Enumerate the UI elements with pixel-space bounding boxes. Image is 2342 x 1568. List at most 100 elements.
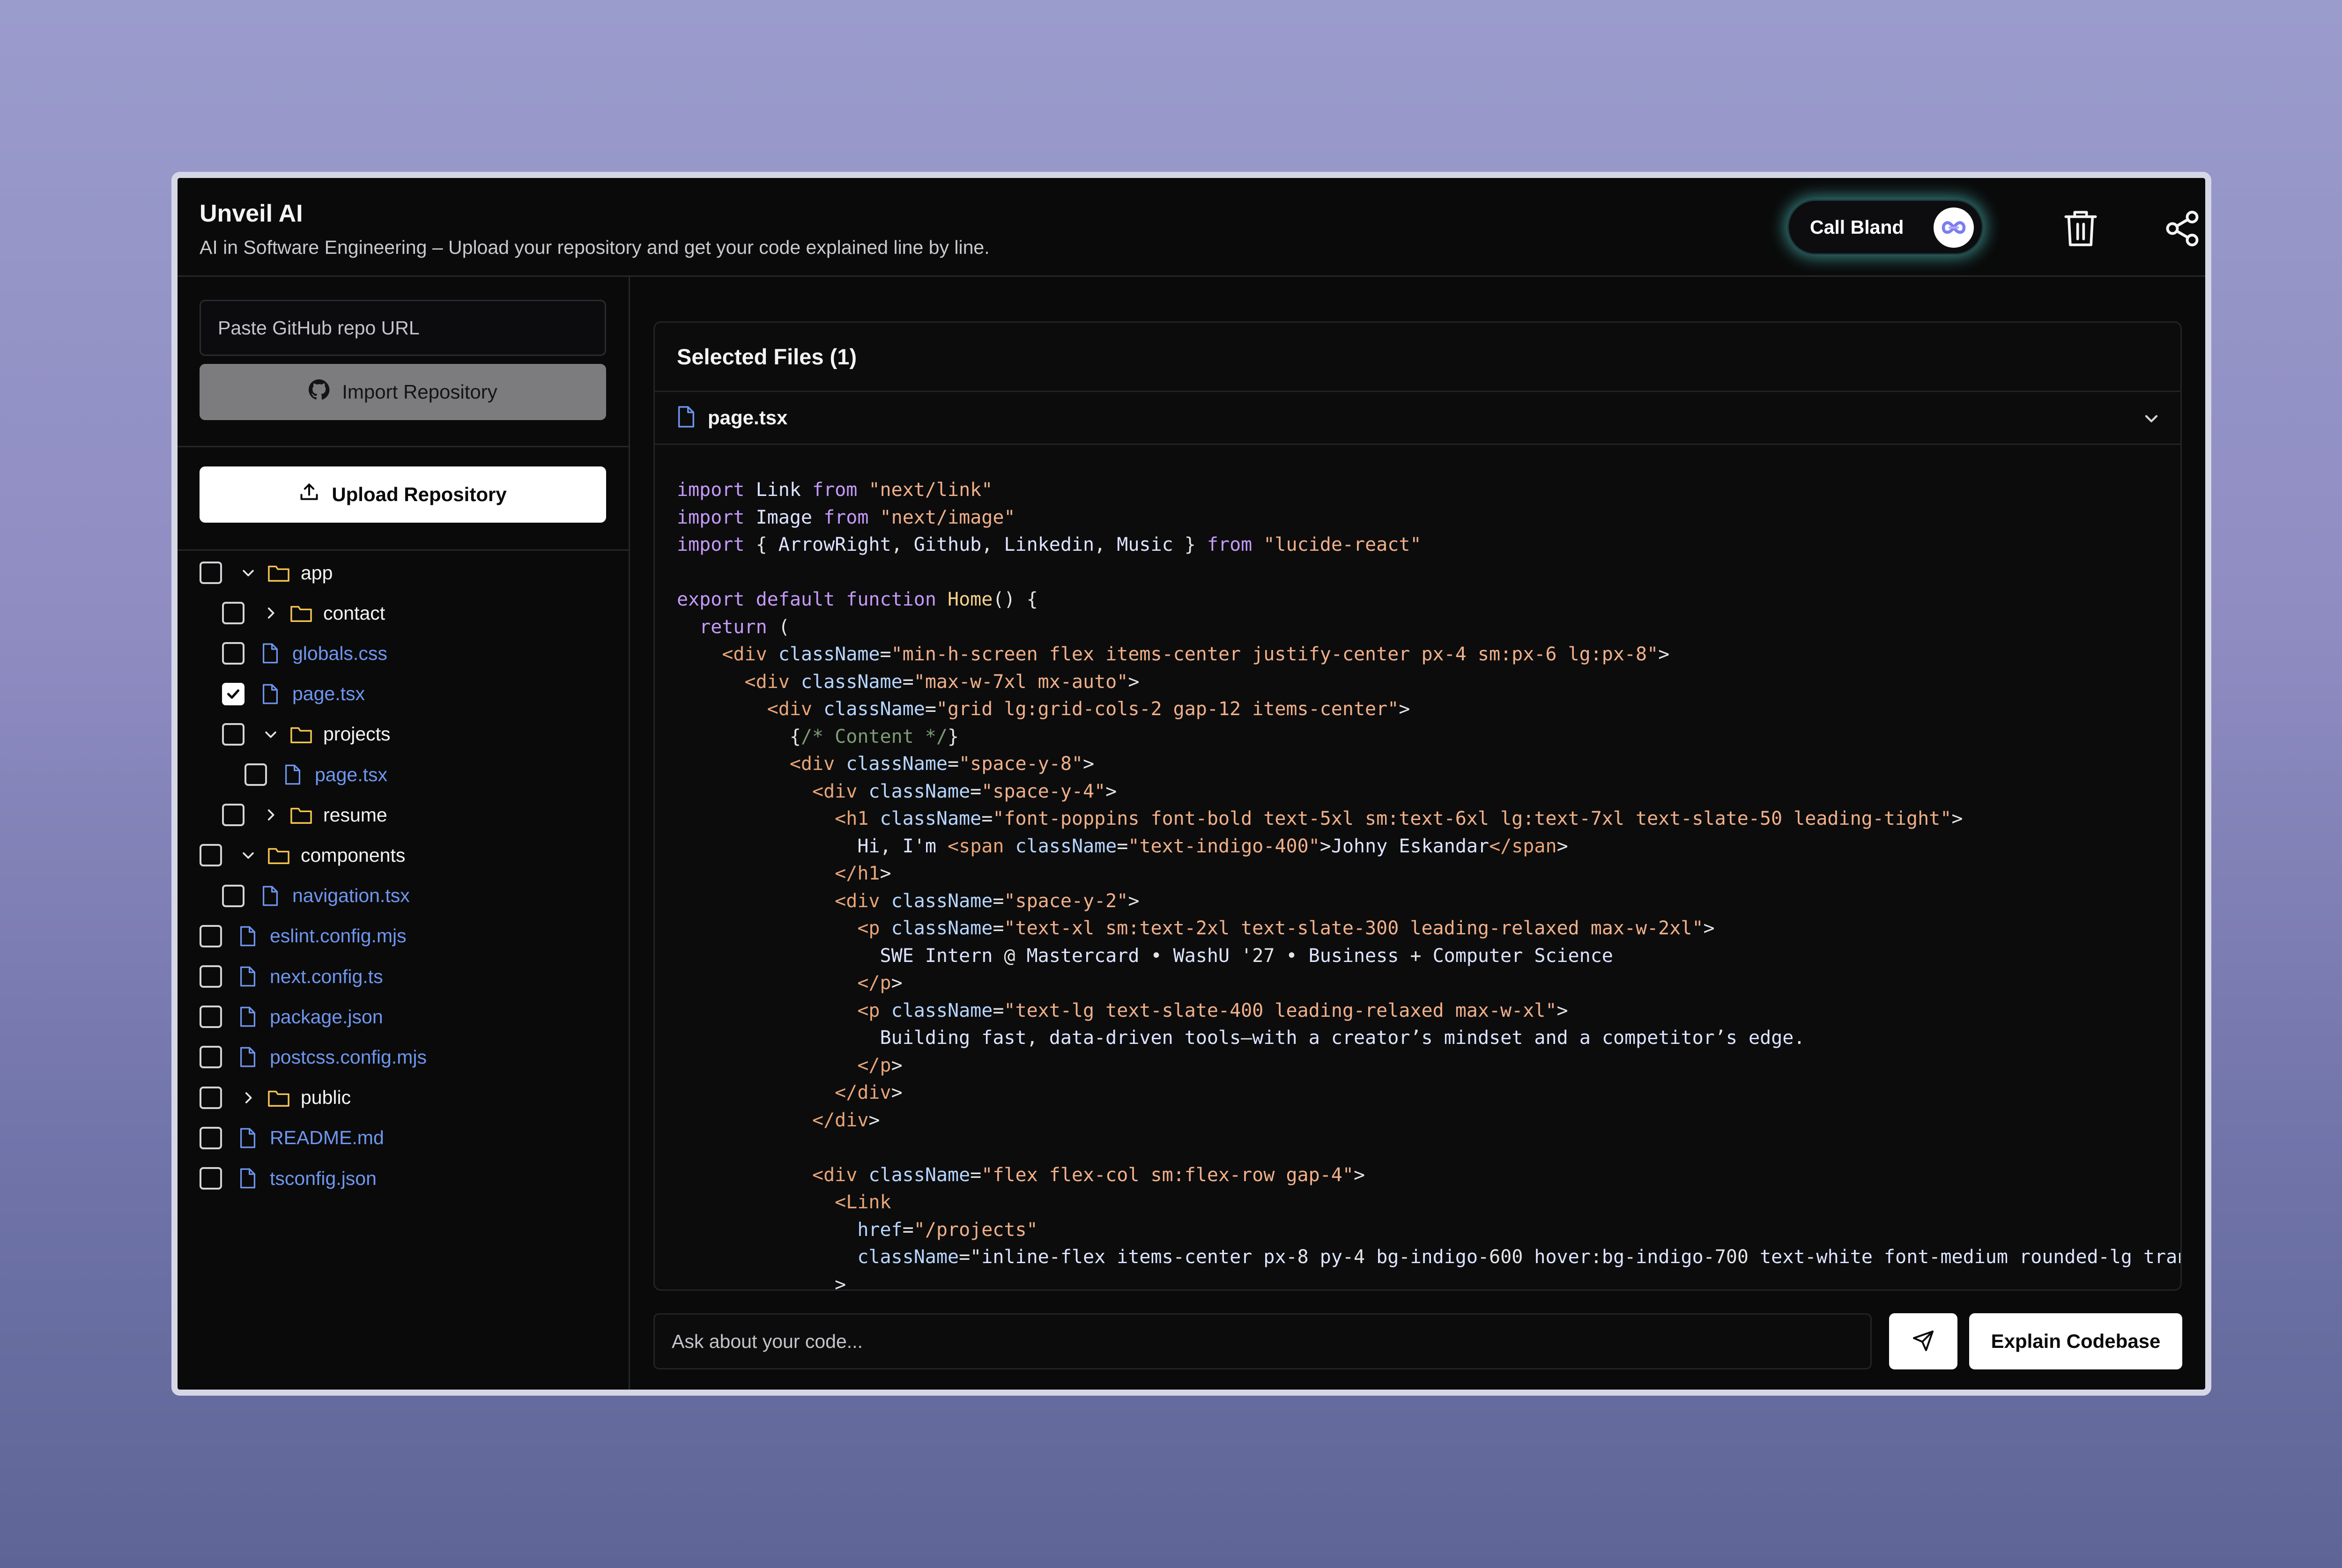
call-bland-button[interactable]: Call Bland	[1787, 200, 1983, 255]
code-line: <div className="space-y-8">	[789, 753, 1095, 775]
tree-item-checkbox[interactable]	[200, 1046, 222, 1069]
tree-item-checkbox[interactable]	[222, 804, 245, 827]
bland-logo-icon	[1934, 207, 1974, 248]
app-subtitle: AI in Software Engineering – Upload your…	[200, 237, 990, 258]
share-icon[interactable]	[2160, 206, 2205, 251]
tree-item[interactable]: resume	[222, 795, 387, 835]
tree-item-label: navigation.tsx	[292, 885, 410, 907]
tree-item[interactable]: page.tsx	[245, 755, 387, 794]
upload-repository-button[interactable]: Upload Repository	[200, 466, 606, 523]
code-line: SWE Intern @ Mastercard • WashU '27 • Bu…	[880, 945, 1613, 967]
tree-item-checkbox[interactable]	[222, 602, 245, 625]
upload-icon	[299, 482, 319, 507]
code-line: Hi, I'm <span className="text-indigo-400…	[857, 835, 1568, 857]
tree-item[interactable]: tsconfig.json	[200, 1159, 377, 1198]
tree-item-checkbox[interactable]	[222, 884, 245, 907]
tree-item-checkbox[interactable]	[200, 844, 222, 867]
tree-item[interactable]: postcss.config.mjs	[200, 1037, 427, 1077]
tree-item[interactable]: README.md	[200, 1118, 384, 1158]
sidebar: Import Repository Upload Repository app c…	[178, 277, 630, 1390]
sidebar-divider	[178, 549, 630, 551]
tree-item-checkbox[interactable]	[222, 723, 245, 746]
tree-item[interactable]: public	[200, 1078, 351, 1117]
tree-item-label: page.tsx	[315, 763, 387, 785]
tree-item-label: globals.css	[292, 642, 387, 664]
repo-url-input[interactable]	[200, 300, 606, 356]
tree-item-checkbox[interactable]	[200, 1126, 222, 1149]
chevron-down-icon[interactable]	[237, 562, 259, 584]
file-icon	[259, 683, 281, 705]
selected-files-panel: Selected Files (1) page.tsx import Link …	[653, 321, 2182, 1291]
tree-item[interactable]: app	[200, 553, 333, 592]
file-icon	[237, 966, 259, 987]
file-icon	[282, 764, 304, 785]
explain-codebase-button[interactable]: Explain Codebase	[1969, 1313, 2182, 1369]
tree-item-checkbox[interactable]	[200, 1086, 222, 1109]
tree-item-checkbox[interactable]	[200, 925, 222, 947]
code-line: <p className="text-lg text-slate-400 lea…	[857, 999, 1568, 1021]
file-accordion-header[interactable]: page.tsx	[655, 392, 2180, 445]
chevron-down-icon[interactable]	[2141, 408, 2162, 429]
file-icon	[237, 1006, 259, 1028]
tree-item-checkbox[interactable]	[200, 965, 222, 988]
tree-item[interactable]: contact	[222, 593, 385, 633]
chevron-down-icon[interactable]	[237, 844, 259, 866]
tree-item-label: projects	[323, 723, 391, 745]
tree-item-checkbox[interactable]	[200, 562, 222, 584]
code-line: </h1>	[835, 863, 891, 884]
tree-item-checkbox[interactable]	[222, 682, 245, 705]
code-line: <p className="text-xl sm:text-2xl text-s…	[857, 917, 1715, 939]
import-repository-button[interactable]: Import Repository	[200, 364, 606, 420]
tree-item-checkbox[interactable]	[200, 1167, 222, 1190]
folder-icon	[268, 1087, 289, 1109]
chevron-right-icon[interactable]	[259, 804, 282, 826]
tree-item-checkbox[interactable]	[245, 763, 267, 786]
code-line: </div>	[812, 1109, 880, 1131]
send-button[interactable]	[1889, 1313, 1957, 1369]
tree-item-label: public	[301, 1087, 351, 1109]
tree-item[interactable]: projects	[222, 715, 391, 754]
tree-item-label: README.md	[270, 1127, 384, 1149]
chevron-right-icon[interactable]	[237, 1087, 259, 1109]
code-line: ​	[677, 1134, 2180, 1161]
selected-files-title: Selected Files (1)	[655, 323, 2180, 392]
tree-item-label: package.json	[270, 1006, 383, 1028]
code-line: Building fast, data-driven tools—with a …	[880, 1027, 1805, 1049]
tree-item-label: resume	[323, 804, 387, 826]
code-line: className="inline-flex items-center px-8…	[857, 1246, 2180, 1268]
file-icon	[259, 643, 281, 664]
tree-item-label: contact	[323, 602, 385, 624]
folder-icon	[290, 724, 312, 745]
tree-item-label: next.config.ts	[270, 965, 383, 987]
trash-icon[interactable]	[2058, 206, 2103, 251]
app-header: Unveil AI AI in Software Engineering – U…	[178, 178, 2205, 277]
tree-item[interactable]: package.json	[200, 997, 383, 1036]
file-icon	[237, 1046, 259, 1068]
code-line: return (	[699, 616, 790, 638]
chevron-down-icon[interactable]	[259, 723, 282, 746]
tree-item-label: components	[301, 844, 406, 866]
code-line: </p>	[857, 1054, 903, 1076]
app-window: Unveil AI AI in Software Engineering – U…	[171, 172, 2211, 1396]
code-line: import Image from "next/image"	[677, 506, 1015, 528]
code-line: </div>	[835, 1082, 903, 1103]
code-line: </p>	[857, 972, 903, 994]
tree-item-checkbox[interactable]	[200, 1006, 222, 1028]
tree-item-label: page.tsx	[292, 683, 365, 705]
tree-item-label: postcss.config.mjs	[270, 1046, 427, 1068]
tree-item[interactable]: page.tsx	[222, 674, 365, 714]
tree-item-label: app	[301, 562, 333, 584]
code-line: href="/projects"	[857, 1219, 1038, 1241]
tree-item-checkbox[interactable]	[222, 642, 245, 665]
tree-item[interactable]: navigation.tsx	[222, 876, 410, 916]
tree-item-label: tsconfig.json	[270, 1167, 377, 1189]
tree-item[interactable]: components	[200, 836, 405, 875]
call-bland-label: Call Bland	[1810, 216, 1904, 238]
chevron-right-icon[interactable]	[259, 602, 282, 624]
tree-item[interactable]: globals.css	[222, 634, 387, 673]
tree-item[interactable]: eslint.config.mjs	[200, 917, 407, 956]
chat-input[interactable]	[653, 1313, 1872, 1369]
tree-item-label: eslint.config.mjs	[270, 925, 407, 947]
tree-item[interactable]: next.config.ts	[200, 957, 383, 996]
folder-icon	[290, 804, 312, 826]
